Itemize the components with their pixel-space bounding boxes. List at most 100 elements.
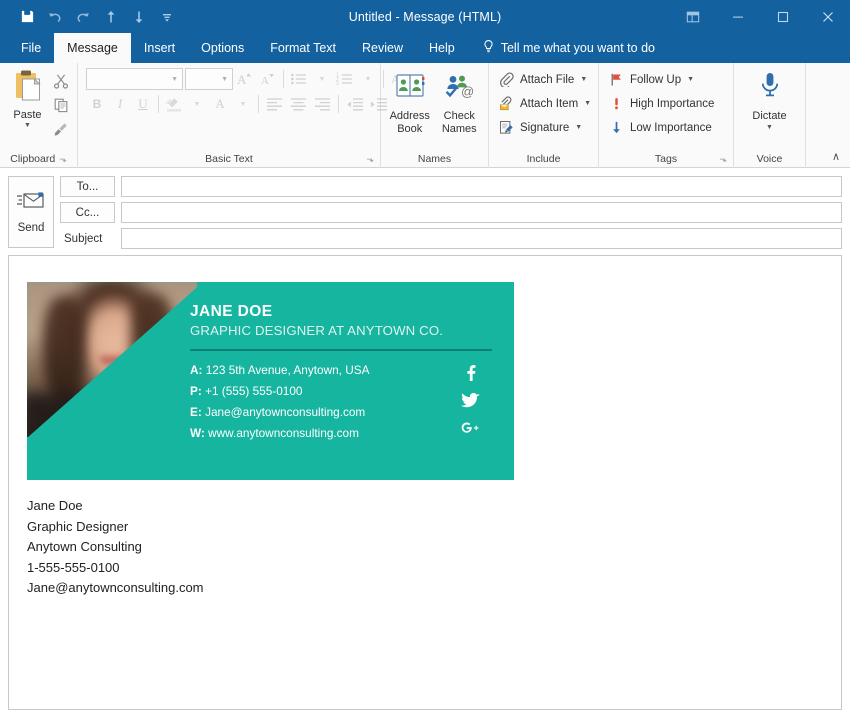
signature-card-content: JANE DOE GRAPHIC DESIGNER AT ANYTOWN CO.…	[190, 282, 514, 480]
text-highlight-dropdown[interactable]: ▼	[186, 93, 208, 115]
to-row: To...	[60, 176, 842, 197]
align-center-button[interactable]	[287, 93, 310, 115]
chevron-down-icon: ▼	[687, 76, 695, 83]
ribbon-display-options-icon[interactable]	[670, 0, 715, 33]
font-name-combo[interactable]: ▼	[86, 68, 183, 90]
redo-icon[interactable]	[70, 5, 96, 29]
previous-item-icon[interactable]	[98, 5, 124, 29]
chevron-down-icon: ▼	[580, 76, 588, 83]
cc-input[interactable]	[121, 202, 842, 223]
tab-review[interactable]: Review	[349, 33, 416, 63]
message-header: Send To... Cc... Subject	[0, 168, 850, 255]
copy-button[interactable]	[49, 93, 73, 116]
customize-quick-access-toolbar-icon[interactable]	[154, 5, 180, 29]
next-item-icon[interactable]	[126, 5, 152, 29]
close-icon[interactable]	[805, 0, 850, 33]
attach-item-icon	[498, 95, 515, 112]
down-arrow-icon	[608, 119, 625, 136]
chevron-down-icon: ▼	[171, 75, 178, 83]
collapse-ribbon-button[interactable]: ∧	[828, 148, 844, 165]
signature-website-line: W: www.anytownconsulting.com	[190, 426, 448, 440]
high-importance-button[interactable]: High Importance	[605, 92, 719, 115]
align-left-button[interactable]	[263, 93, 286, 115]
to-input[interactable]	[121, 176, 842, 197]
ribbon: Paste ▼ Clipboard ⬎ ▼ ▼ A A ▼ 1 2 3 ▼ A …	[0, 63, 850, 168]
voice-group-label: Voice	[756, 153, 783, 165]
google-plus-icon[interactable]	[460, 420, 480, 436]
tab-help[interactable]: Help	[416, 33, 468, 63]
format-painter-button[interactable]	[49, 117, 73, 140]
to-button[interactable]: To...	[60, 176, 115, 197]
attach-item-label: Attach Item	[520, 97, 579, 110]
tags-group-label: Tags ⬎	[654, 153, 727, 165]
tab-insert[interactable]: Insert	[131, 33, 188, 63]
website-value: www.anytownconsulting.com	[208, 426, 359, 440]
underline-button[interactable]: U	[132, 93, 154, 115]
divider	[258, 95, 259, 113]
send-button[interactable]: Send	[8, 176, 54, 248]
divider	[158, 95, 159, 113]
twitter-icon[interactable]	[460, 393, 480, 409]
cc-row: Cc...	[60, 202, 842, 223]
align-right-button[interactable]	[311, 93, 334, 115]
grow-font-button[interactable]: A	[234, 68, 256, 90]
ribbon-group-clipboard: Paste ▼ Clipboard ⬎	[0, 63, 78, 168]
font-size-combo[interactable]: ▼	[185, 68, 233, 90]
tab-message[interactable]: Message	[54, 33, 131, 63]
dictate-button[interactable]: Dictate ▼	[744, 67, 795, 131]
font-color-button[interactable]: A	[209, 93, 231, 115]
check-names-icon: @	[444, 73, 474, 106]
email-value: Jane@anytownconsulting.com	[205, 405, 366, 419]
attach-file-button[interactable]: Attach File ▼	[495, 68, 592, 91]
attach-item-button[interactable]: Attach Item ▼	[495, 92, 596, 115]
decrease-indent-button[interactable]	[343, 93, 366, 115]
cut-button[interactable]	[49, 69, 73, 92]
paperclip-icon	[498, 71, 515, 88]
basic-text-dialog-launcher-icon[interactable]: ⬎	[366, 154, 374, 164]
paste-button[interactable]: Paste ▼	[6, 67, 49, 129]
tell-me-search[interactable]: Tell me what you want to do	[468, 33, 665, 63]
svg-text:3: 3	[336, 81, 339, 87]
bullets-dropdown[interactable]: ▼	[311, 68, 333, 90]
maximize-icon[interactable]	[760, 0, 805, 33]
high-importance-label: High Importance	[630, 97, 715, 110]
shrink-font-button[interactable]: A	[257, 68, 279, 90]
minimize-icon[interactable]	[715, 0, 760, 33]
italic-button[interactable]: I	[109, 93, 131, 115]
tab-file[interactable]: File	[8, 33, 54, 63]
window-controls	[670, 0, 850, 33]
tab-format-text[interactable]: Format Text	[257, 33, 349, 63]
clipboard-dialog-launcher-icon[interactable]: ⬎	[59, 154, 67, 164]
signature-contact-lines: A: 123 5th Avenue, Anytown, USA P: +1 (5…	[190, 363, 448, 440]
title-bar: Untitled - Message (HTML)	[0, 0, 850, 33]
follow-up-button[interactable]: Follow Up ▼	[605, 68, 699, 91]
undo-icon[interactable]	[42, 5, 68, 29]
text-highlight-button[interactable]: ab	[163, 93, 185, 115]
send-envelope-icon	[16, 190, 46, 217]
signature-phone-line: P: +1 (555) 555-0100	[190, 384, 448, 398]
divider	[190, 349, 492, 351]
clipboard-group-label: Clipboard ⬎	[10, 153, 67, 165]
check-names-button[interactable]: @ Check Names	[436, 67, 484, 139]
signature-button[interactable]: Signature ▼	[495, 116, 587, 139]
save-icon[interactable]	[14, 5, 40, 29]
subject-label: Subject	[64, 232, 103, 245]
bold-button[interactable]: B	[86, 93, 108, 115]
cc-button[interactable]: Cc...	[60, 202, 115, 223]
font-color-dropdown[interactable]: ▼	[232, 93, 254, 115]
low-importance-button[interactable]: Low Importance	[605, 116, 717, 139]
subject-input[interactable]	[121, 228, 842, 249]
bullets-button[interactable]	[288, 68, 310, 90]
address-book-button[interactable]: Address Book	[386, 67, 434, 139]
numbering-button[interactable]: 123	[334, 68, 356, 90]
ribbon-group-names: Address Book @ Check Names Names	[381, 63, 489, 168]
message-body[interactable]: JANE DOE GRAPHIC DESIGNER AT ANYTOWN CO.…	[8, 255, 842, 710]
tags-dialog-launcher-icon[interactable]: ⬎	[719, 154, 727, 164]
signature-name: JANE DOE	[190, 303, 273, 320]
facebook-icon[interactable]	[462, 364, 478, 382]
bold-label: B	[92, 97, 102, 111]
send-label: Send	[17, 222, 45, 234]
tab-options[interactable]: Options	[188, 33, 257, 63]
signature-line-name: Jane Doe	[27, 498, 83, 513]
numbering-dropdown[interactable]: ▼	[357, 68, 379, 90]
